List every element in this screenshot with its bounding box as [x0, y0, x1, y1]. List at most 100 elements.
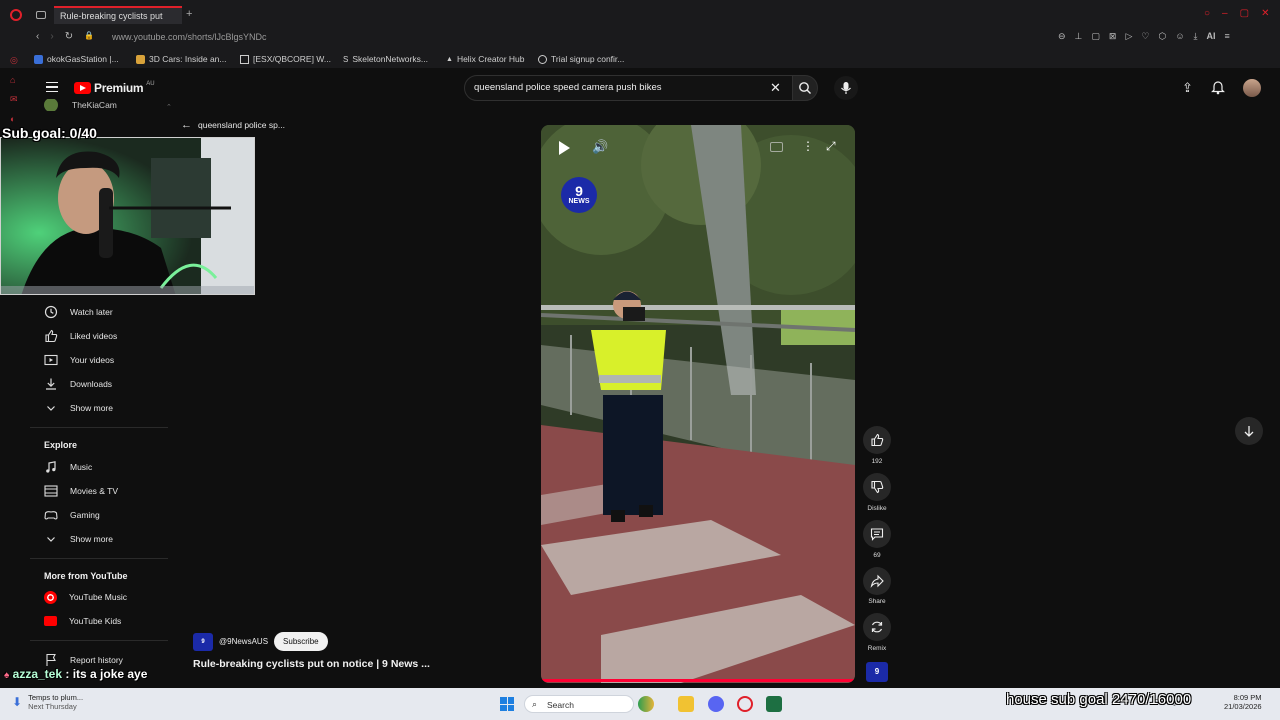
dislike-label: Dislike — [867, 505, 887, 512]
thumb-up-icon — [45, 329, 58, 343]
sidebar-app-icon[interactable]: ◐ — [10, 114, 18, 124]
like-button[interactable] — [863, 426, 891, 454]
extensions-icon[interactable]: ⬡ — [1158, 31, 1166, 42]
shorts-back-button[interactable]: ← queensland police sp... — [181, 119, 285, 131]
close-window-icon[interactable]: ✕ — [1261, 8, 1269, 19]
captions-icon[interactable] — [770, 142, 783, 152]
window-controls[interactable]: ○ – ▢ ✕ — [1204, 8, 1269, 19]
reload-icon[interactable]: ↻ — [65, 31, 73, 42]
sidebar-divider — [30, 640, 168, 641]
subscribe-button[interactable]: Subscribe — [274, 632, 328, 651]
streamer-webcam — [0, 137, 255, 295]
download-icon[interactable]: ⤓ — [1194, 31, 1198, 42]
notifications-bell-icon[interactable] — [1211, 80, 1225, 95]
upload-icon[interactable]: ⇪ — [1182, 80, 1193, 96]
adblock-icon[interactable]: ⊠ — [1109, 31, 1117, 42]
discord-icon[interactable] — [708, 696, 724, 712]
clock[interactable]: 8:09 PM 21/03/2026 — [1224, 693, 1262, 711]
sidebar-item-movies-tv[interactable]: Movies & TV — [44, 481, 118, 501]
start-button[interactable] — [500, 697, 514, 711]
bookmark-1[interactable]: 3D Cars: Inside an... — [136, 54, 226, 64]
sidebar-scroll-up-icon[interactable]: ⌃ — [166, 103, 172, 111]
next-short-button[interactable] — [1235, 417, 1263, 445]
volume-icon[interactable]: 🔊 — [592, 139, 608, 155]
bookmark-3[interactable]: S SkeletonNetworks... — [343, 54, 428, 64]
sidebar-app-icon[interactable]: ✉ — [10, 94, 18, 105]
snapshot-icon[interactable]: ▢ — [1091, 31, 1100, 42]
sidebar-item-your-videos[interactable]: Your videos — [44, 350, 114, 370]
back-icon[interactable]: ‹ — [36, 31, 39, 42]
bookmark-5[interactable]: Trial signup confir... — [538, 54, 624, 64]
pin-icon[interactable]: ⊥ — [1075, 31, 1083, 42]
video-play-button[interactable] — [559, 141, 570, 155]
sidebar-item-youtube-kids[interactable]: YouTube Kids — [44, 611, 121, 631]
more-options-icon[interactable]: ⋮ — [802, 139, 814, 153]
sidebar-app-icon[interactable]: ◎ — [10, 55, 18, 66]
remix-icon — [871, 621, 883, 633]
search-tabs-icon[interactable]: ○ — [1204, 8, 1210, 19]
sidebar-item-gaming[interactable]: Gaming — [44, 505, 100, 525]
zoom-icon[interactable]: ⊖ — [1058, 31, 1066, 42]
file-explorer-icon[interactable] — [678, 696, 694, 712]
avatar[interactable] — [1243, 79, 1261, 97]
remix-label: Remix — [867, 645, 887, 652]
play-icon[interactable]: ▷ — [1125, 31, 1132, 42]
taskbar-search[interactable]: ⌕ Search — [524, 695, 634, 713]
browser-tab[interactable]: Rule-breaking cyclists put — [54, 6, 182, 24]
url-field[interactable]: www.youtube.com/shorts/lJcBlgsYNDc — [112, 32, 267, 42]
sidebar-item-music[interactable]: Music — [44, 457, 92, 477]
sidebar-app-icon[interactable]: ⌂ — [10, 75, 18, 85]
address-toolbar-icons: ⊖ ⊥ ▢ ⊠ ▷ ♡ ⬡ ☺ ⤓ AI ≡ — [1058, 31, 1230, 42]
remix-button[interactable] — [863, 613, 891, 641]
bookmark-2[interactable]: [ESX/QBCORE] W... — [240, 54, 331, 64]
fullscreen-icon[interactable]: ⤢ — [826, 139, 836, 154]
clear-search-icon[interactable]: ✕ — [770, 80, 781, 96]
aria-ai-icon[interactable]: AI — [1207, 31, 1216, 42]
youtube-logo[interactable]: Premium AU — [74, 81, 155, 95]
shorts-video-player[interactable]: 🔊 ⋮ ⤢ 9 NEWS — [541, 125, 855, 683]
thumb-down-icon — [871, 480, 884, 494]
heart-icon[interactable]: ♡ — [1141, 31, 1149, 42]
hamburger-menu-icon[interactable] — [46, 82, 58, 92]
bookmark-icon — [240, 54, 249, 64]
comments-button[interactable] — [863, 520, 891, 548]
voice-search-button[interactable] — [834, 76, 858, 100]
opera-gx-icon[interactable] — [737, 696, 753, 712]
excel-icon[interactable] — [766, 696, 782, 712]
search-icon: ⌕ — [532, 699, 538, 709]
new-tab-icon[interactable]: + — [186, 8, 192, 20]
tab-overview-icon[interactable] — [36, 11, 46, 19]
opera-logo-icon[interactable] — [10, 9, 22, 21]
channel-avatar[interactable]: 9 — [193, 632, 213, 651]
gaming-icon — [44, 511, 58, 520]
channel-handle[interactable]: @9NewsAUS — [219, 637, 268, 646]
sidebar-item-subscription[interactable]: TheKiaCam — [44, 99, 117, 111]
minimize-icon[interactable]: – — [1222, 8, 1228, 19]
search-input[interactable]: queensland police speed camera push bike… — [474, 82, 662, 93]
search-button[interactable] — [792, 75, 818, 101]
channel-logo-button[interactable]: 9 — [866, 662, 888, 682]
sidebar-explore-show-more[interactable]: Show more — [44, 529, 113, 549]
dislike-button[interactable] — [863, 473, 891, 501]
search-icon — [799, 82, 811, 94]
video-progress-bar[interactable] — [541, 679, 855, 682]
weather-widget[interactable]: ⬇ Temps to plum... Next Thursday — [12, 693, 83, 711]
sidebar-divider — [30, 558, 168, 559]
sidebar-item-watch-later[interactable]: Watch later — [44, 302, 113, 322]
forward-icon[interactable]: › — [50, 31, 53, 42]
sidebar-show-more[interactable]: Show more — [44, 398, 113, 418]
share-button[interactable] — [863, 567, 891, 595]
sidebar-explore-heading: Explore — [44, 440, 78, 450]
taskbar-app-icon[interactable] — [638, 696, 654, 712]
bookmark-4[interactable]: ▲ Helix Creator Hub — [446, 54, 525, 64]
nav-buttons: ‹ › ↻ 🔒 — [36, 31, 94, 42]
bookmark-0[interactable]: okokGasStation |... — [34, 54, 119, 64]
profile-icon[interactable]: ☺ — [1175, 31, 1184, 42]
menu-icon[interactable]: ≡ — [1225, 31, 1230, 42]
maximize-icon[interactable]: ▢ — [1240, 8, 1249, 19]
youtube-music-icon — [44, 590, 57, 604]
short-title[interactable]: Rule-breaking cyclists put on notice | 9… — [193, 658, 430, 670]
sidebar-item-youtube-music[interactable]: YouTube Music — [44, 587, 127, 607]
sidebar-item-downloads[interactable]: Downloads — [44, 374, 112, 394]
sidebar-item-liked-videos[interactable]: Liked videos — [44, 326, 117, 346]
